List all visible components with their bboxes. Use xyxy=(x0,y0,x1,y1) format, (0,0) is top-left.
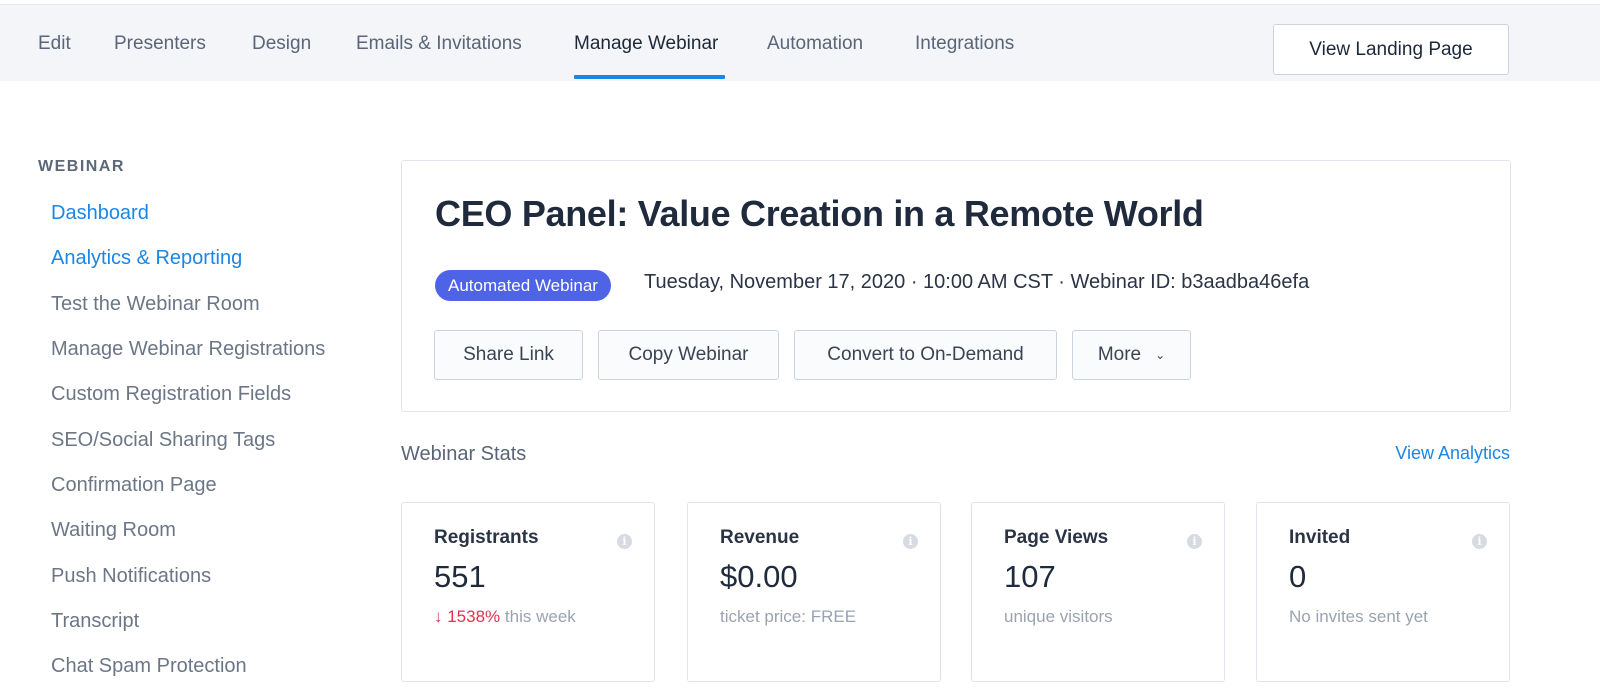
sidebar-item-confirmation-page[interactable]: Confirmation Page xyxy=(51,474,217,497)
stat-subtext: ticket price: FREE xyxy=(720,607,857,626)
stat-card-registrants: Registrants i 551 ↓ 1538% this week xyxy=(401,502,655,682)
webinar-type-badge: Automated Webinar xyxy=(435,270,611,301)
webinar-card: CEO Panel: Value Creation in a Remote Wo… xyxy=(401,160,1511,412)
sidebar-item-waiting-room[interactable]: Waiting Room xyxy=(51,519,176,542)
webinar-title: CEO Panel: Value Creation in a Remote Wo… xyxy=(435,193,1204,234)
stat-label: Invited xyxy=(1289,527,1351,548)
stat-change-period: this week xyxy=(504,607,576,626)
sidebar-item-manage-registrations[interactable]: Manage Webinar Registrations xyxy=(51,338,325,361)
tab-design[interactable]: Design xyxy=(252,33,311,55)
share-link-button[interactable]: Share Link xyxy=(434,330,583,380)
sidebar-item-chat-spam-protection[interactable]: Chat Spam Protection xyxy=(51,655,247,678)
info-icon[interactable]: i xyxy=(1472,534,1487,549)
more-button-label: More xyxy=(1097,344,1142,365)
tab-automation[interactable]: Automation xyxy=(767,33,863,55)
view-analytics-link[interactable]: View Analytics xyxy=(1395,443,1510,464)
info-icon[interactable]: i xyxy=(1187,534,1202,549)
more-dropdown-button[interactable]: More ⌄ xyxy=(1072,330,1191,380)
sidebar-item-analytics-reporting[interactable]: Analytics & Reporting xyxy=(51,247,242,270)
tab-emails-invitations[interactable]: Emails & Invitations xyxy=(356,33,522,55)
stat-label: Revenue xyxy=(720,527,800,548)
active-tab-indicator xyxy=(574,75,725,79)
tab-manage-webinar[interactable]: Manage Webinar xyxy=(574,33,718,55)
stat-value: $0.00 xyxy=(720,559,798,594)
webinar-stats-heading: Webinar Stats xyxy=(401,443,527,465)
stat-label: Page Views xyxy=(1004,527,1109,548)
info-icon[interactable]: i xyxy=(903,534,918,549)
webinar-meta: Tuesday, November 17, 2020 · 10:00 AM CS… xyxy=(644,271,1310,293)
stat-value: 107 xyxy=(1004,559,1056,594)
stat-subtext: ↓ 1538% this week xyxy=(434,607,576,627)
stat-change: ↓ 1538% xyxy=(434,607,501,626)
sidebar-heading: WEBINAR xyxy=(38,158,125,175)
tab-edit[interactable]: Edit xyxy=(38,33,71,55)
convert-on-demand-button[interactable]: Convert to On-Demand xyxy=(794,330,1057,380)
stat-value: 0 xyxy=(1289,559,1307,594)
view-landing-page-button[interactable]: View Landing Page xyxy=(1273,24,1509,75)
copy-webinar-button[interactable]: Copy Webinar xyxy=(598,330,779,380)
stat-card-invited: Invited i 0 No invites sent yet xyxy=(1256,502,1510,682)
stat-card-page-views: Page Views i 107 unique visitors xyxy=(971,502,1225,682)
stat-subtext: unique visitors xyxy=(1004,607,1113,626)
tab-presenters[interactable]: Presenters xyxy=(114,33,206,55)
sidebar-item-custom-registration-fields[interactable]: Custom Registration Fields xyxy=(51,383,291,406)
stat-card-revenue: Revenue i $0.00 ticket price: FREE xyxy=(687,502,941,682)
top-nav: Edit Presenters Design Emails & Invitati… xyxy=(0,4,1600,81)
sidebar-item-test-webinar-room[interactable]: Test the Webinar Room xyxy=(51,293,260,316)
sidebar-item-seo-social-sharing[interactable]: SEO/Social Sharing Tags xyxy=(51,429,275,452)
stat-label: Registrants xyxy=(434,527,539,548)
sidebar-item-dashboard[interactable]: Dashboard xyxy=(51,202,149,225)
sidebar-item-push-notifications[interactable]: Push Notifications xyxy=(51,565,211,588)
sidebar-item-transcript[interactable]: Transcript xyxy=(51,610,139,633)
info-icon[interactable]: i xyxy=(617,534,632,549)
stat-subtext: No invites sent yet xyxy=(1289,607,1428,626)
chevron-down-icon: ⌄ xyxy=(1155,348,1166,362)
tab-integrations[interactable]: Integrations xyxy=(915,33,1014,55)
stat-value: 551 xyxy=(434,559,486,594)
